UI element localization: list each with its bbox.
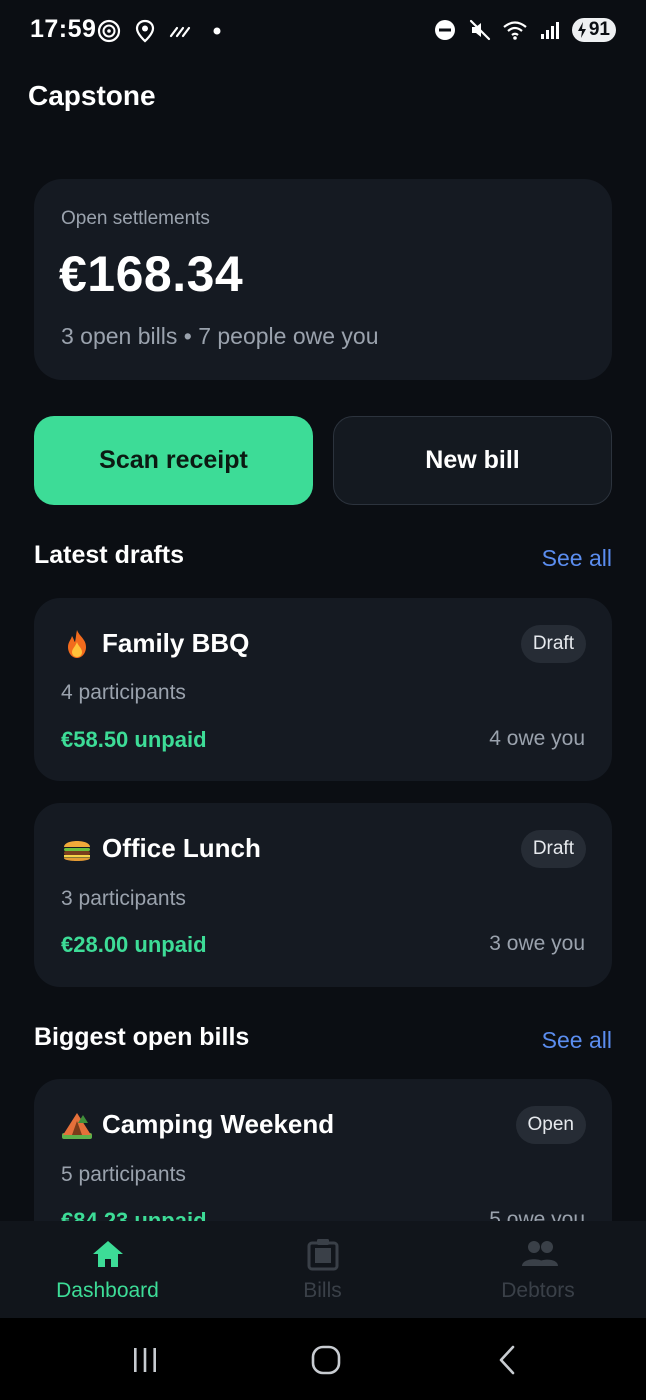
status-bar: 17:59 91 [0,0,646,62]
bill-card-family-bbq[interactable]: Family BBQ Draft 4 participants €58.50 u… [34,598,612,781]
new-bill-button[interactable]: New bill [333,416,612,505]
nav-item-dashboard[interactable]: Dashboard [0,1221,215,1318]
bill-unpaid-amount: €84.23 unpaid [61,1208,207,1221]
status-time: 17:59 [30,15,97,43]
dashboard-screen: 17:59 91 Capstone Open settlements €168.… [0,0,646,1400]
home-icon [90,1236,126,1272]
bottom-navigation: Dashboard Bills Debtors [0,1221,646,1318]
nav-label-bills: Bills [303,1279,342,1302]
people-icon [520,1236,558,1272]
bill-owe-count: 5 owe you [489,1208,585,1221]
status-badge: Open [515,1106,586,1144]
recent-apps-icon[interactable] [125,1344,165,1376]
location-icon [132,18,158,44]
bill-name: Family BBQ [102,628,250,658]
nfc-icon [96,18,122,44]
bill-card-camping-weekend[interactable]: Camping Weekend Open 5 participants €84.… [34,1079,612,1221]
status-left-icons [96,18,230,44]
summary-label: Open settlements [61,208,210,229]
bills-icon [305,1236,341,1272]
nav-item-debtors[interactable]: Debtors [430,1221,646,1318]
bill-name: Camping Weekend [102,1109,335,1139]
system-navigation-bar [0,1318,646,1400]
summary-amount: €168.34 [59,246,244,302]
open-settlements-card[interactable]: Open settlements €168.34 3 open bills • … [34,179,612,380]
status-badge: Draft [520,830,586,868]
summary-subtitle: 3 open bills • 7 people owe you [61,323,379,349]
nav-label-debtors: Debtors [501,1279,575,1302]
bill-owe-count: 3 owe you [489,932,585,955]
latest-drafts-see-all-link[interactable]: See all [542,545,612,572]
camping-icon [61,1109,93,1141]
nav-item-bills[interactable]: Bills [215,1221,430,1318]
bill-card-office-lunch[interactable]: Office Lunch Draft 3 participants €28.00… [34,803,612,987]
status-right-icons: 91 [432,17,616,43]
dnd-icon [432,17,458,43]
wifi-icon [502,17,528,43]
status-badge: Draft [520,625,586,663]
home-button-icon[interactable] [306,1344,346,1376]
app-title: Capstone [28,80,156,111]
bill-name: Office Lunch [102,833,261,863]
battery-icon: 91 [571,18,616,42]
latest-drafts-title: Latest drafts [34,541,185,569]
burger-icon [61,833,93,865]
fire-icon [61,628,93,660]
cell-signal-icon [537,17,563,43]
bill-participants: 4 participants [61,681,186,704]
bill-unpaid-amount: €58.50 unpaid [61,727,207,752]
signal-stripes-icon [168,18,194,44]
scan-receipt-button[interactable]: Scan receipt [34,416,313,505]
bill-unpaid-amount: €28.00 unpaid [61,932,207,957]
bill-participants: 5 participants [61,1163,186,1186]
bill-participants: 3 participants [61,887,186,910]
biggest-open-bills-title: Biggest open bills [34,1023,250,1051]
nav-label-dashboard: Dashboard [56,1279,159,1302]
bill-owe-count: 4 owe you [489,727,585,750]
dot-icon [204,18,230,44]
mute-icon [467,17,493,43]
back-icon[interactable] [487,1344,527,1376]
biggest-open-bills-see-all-link[interactable]: See all [542,1027,612,1054]
battery-level: 91 [588,19,610,40]
